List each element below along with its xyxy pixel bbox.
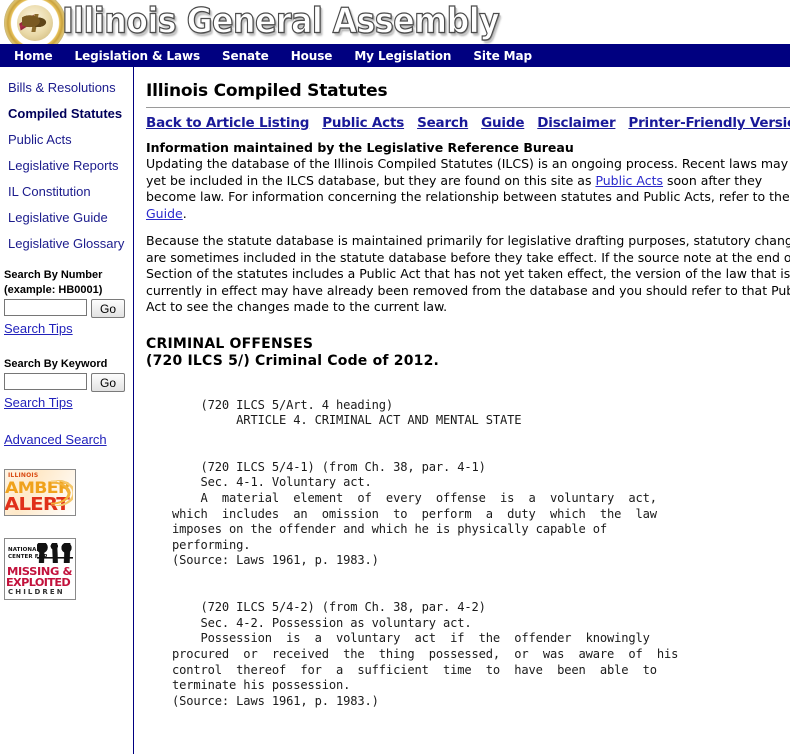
sidebar-item-public-acts[interactable]: Public Acts: [0, 133, 133, 147]
sidebar-item-compiled-statutes[interactable]: Compiled Statutes: [0, 107, 133, 121]
info-paragraph-2: Because the statute database is maintain…: [146, 233, 790, 314]
search-by-number-tips-link[interactable]: Search Tips: [4, 321, 73, 336]
site-header: SEAL OF THE STATE OF ILLINOIS Illinois G…: [0, 0, 790, 44]
search-by-number-group: Search By Number (example: HB0001) Go Se…: [0, 269, 133, 336]
advanced-search-link[interactable]: Advanced Search: [4, 432, 107, 447]
sidebar-item-legislative-reports[interactable]: Legislative Reports: [0, 159, 133, 173]
info-heading: Information maintained by the Legislativ…: [146, 140, 574, 155]
link-disclaimer[interactable]: Disclaimer: [537, 115, 615, 131]
main-navigation-bar: Home Legislation & Laws Senate House My …: [0, 44, 790, 67]
sidebar-item-legislative-glossary[interactable]: Legislative Glossary: [0, 237, 133, 251]
link-search[interactable]: Search: [417, 115, 468, 131]
search-by-keyword-row: Go: [4, 373, 133, 392]
search-by-keyword-group: Search By Keyword Go Search Tips: [0, 358, 133, 410]
sidebar: Bills & Resolutions Compiled Statutes Pu…: [0, 67, 134, 754]
criminal-offenses-heading: CRIMINAL OFFENSES (720 ILCS 5/) Criminal…: [146, 336, 790, 370]
ncmec-national-center-label: NATIONAL CENTER FOR: [8, 547, 48, 560]
ncmec-line1: NATIONAL: [8, 547, 41, 553]
title-divider: [146, 107, 790, 108]
search-by-number-input[interactable]: [4, 299, 87, 316]
search-by-keyword-go-button[interactable]: Go: [91, 373, 125, 392]
main-content: Illinois Compiled Statutes Back to Artic…: [134, 67, 790, 754]
amber-swoosh-icon: [51, 480, 73, 506]
site-title: Illinois General Assembly: [61, 0, 500, 42]
info-para1-text-c: .: [182, 205, 187, 221]
sidebar-item-il-constitution[interactable]: IL Constitution: [0, 185, 133, 199]
sidebar-item-bills-resolutions[interactable]: Bills & Resolutions: [0, 81, 133, 95]
link-back-to-article-listing[interactable]: Back to Article Listing: [146, 115, 309, 131]
inline-link-public-acts[interactable]: Public Acts: [595, 173, 663, 188]
offense-heading-line2: (720 ILCS 5/) Criminal Code of 2012.: [146, 352, 440, 369]
statute-text-block: (720 ILCS 5/Art. 4 heading) ARTICLE 4. C…: [172, 397, 679, 708]
link-printer-friendly-version[interactable]: Printer-Friendly Version: [628, 115, 790, 131]
nav-item-home[interactable]: Home: [3, 49, 64, 63]
nav-item-senate[interactable]: Senate: [211, 49, 280, 63]
nav-item-legislation-laws[interactable]: Legislation & Laws: [64, 49, 211, 63]
offense-heading-line1: CRIMINAL OFFENSES: [146, 335, 314, 352]
content-toolbar-links: Back to Article Listing Public Acts Search…: [146, 115, 790, 131]
search-by-number-label-line2: (example: HB0001): [4, 284, 103, 296]
ncmec-line2: CENTER FOR: [8, 553, 48, 560]
nav-item-site-map[interactable]: Site Map: [462, 49, 543, 63]
sidebar-item-legislative-guide[interactable]: Legislative Guide: [0, 211, 133, 225]
search-by-keyword-tips-link[interactable]: Search Tips: [4, 395, 73, 410]
ncmec-children-label: CHILDREN: [8, 588, 65, 596]
seal-eagle-icon: [22, 14, 48, 32]
illinois-state-seal-icon: SEAL OF THE STATE OF ILLINOIS: [4, 0, 66, 44]
search-by-number-row: Go: [4, 299, 133, 318]
inline-link-guide[interactable]: Guide: [146, 206, 183, 221]
link-public-acts[interactable]: Public Acts: [322, 115, 404, 131]
sidebar-badges: ILLINOIS AMBER ALERT NATIONAL CENTER FOR …: [0, 469, 133, 600]
page-body: Bills & Resolutions Compiled Statutes Pu…: [0, 67, 790, 754]
nav-item-my-legislation[interactable]: My Legislation: [343, 49, 462, 63]
search-by-number-label-line1: Search By Number: [4, 269, 103, 281]
illinois-amber-alert-badge[interactable]: ILLINOIS AMBER ALERT: [4, 469, 76, 516]
page-title: Illinois Compiled Statutes: [146, 81, 388, 101]
search-by-keyword-label: Search By Keyword: [4, 358, 108, 370]
search-by-keyword-input[interactable]: [4, 373, 87, 390]
nav-item-house[interactable]: House: [280, 49, 344, 63]
info-paragraph-1: Updating the database of the Illinois Co…: [146, 156, 790, 222]
missing-exploited-children-badge[interactable]: NATIONAL CENTER FOR MISSING & EXPLOITED C…: [4, 538, 76, 600]
search-by-number-go-button[interactable]: Go: [91, 299, 125, 318]
seal-inner-disc: [17, 5, 53, 41]
link-guide[interactable]: Guide: [481, 115, 524, 131]
